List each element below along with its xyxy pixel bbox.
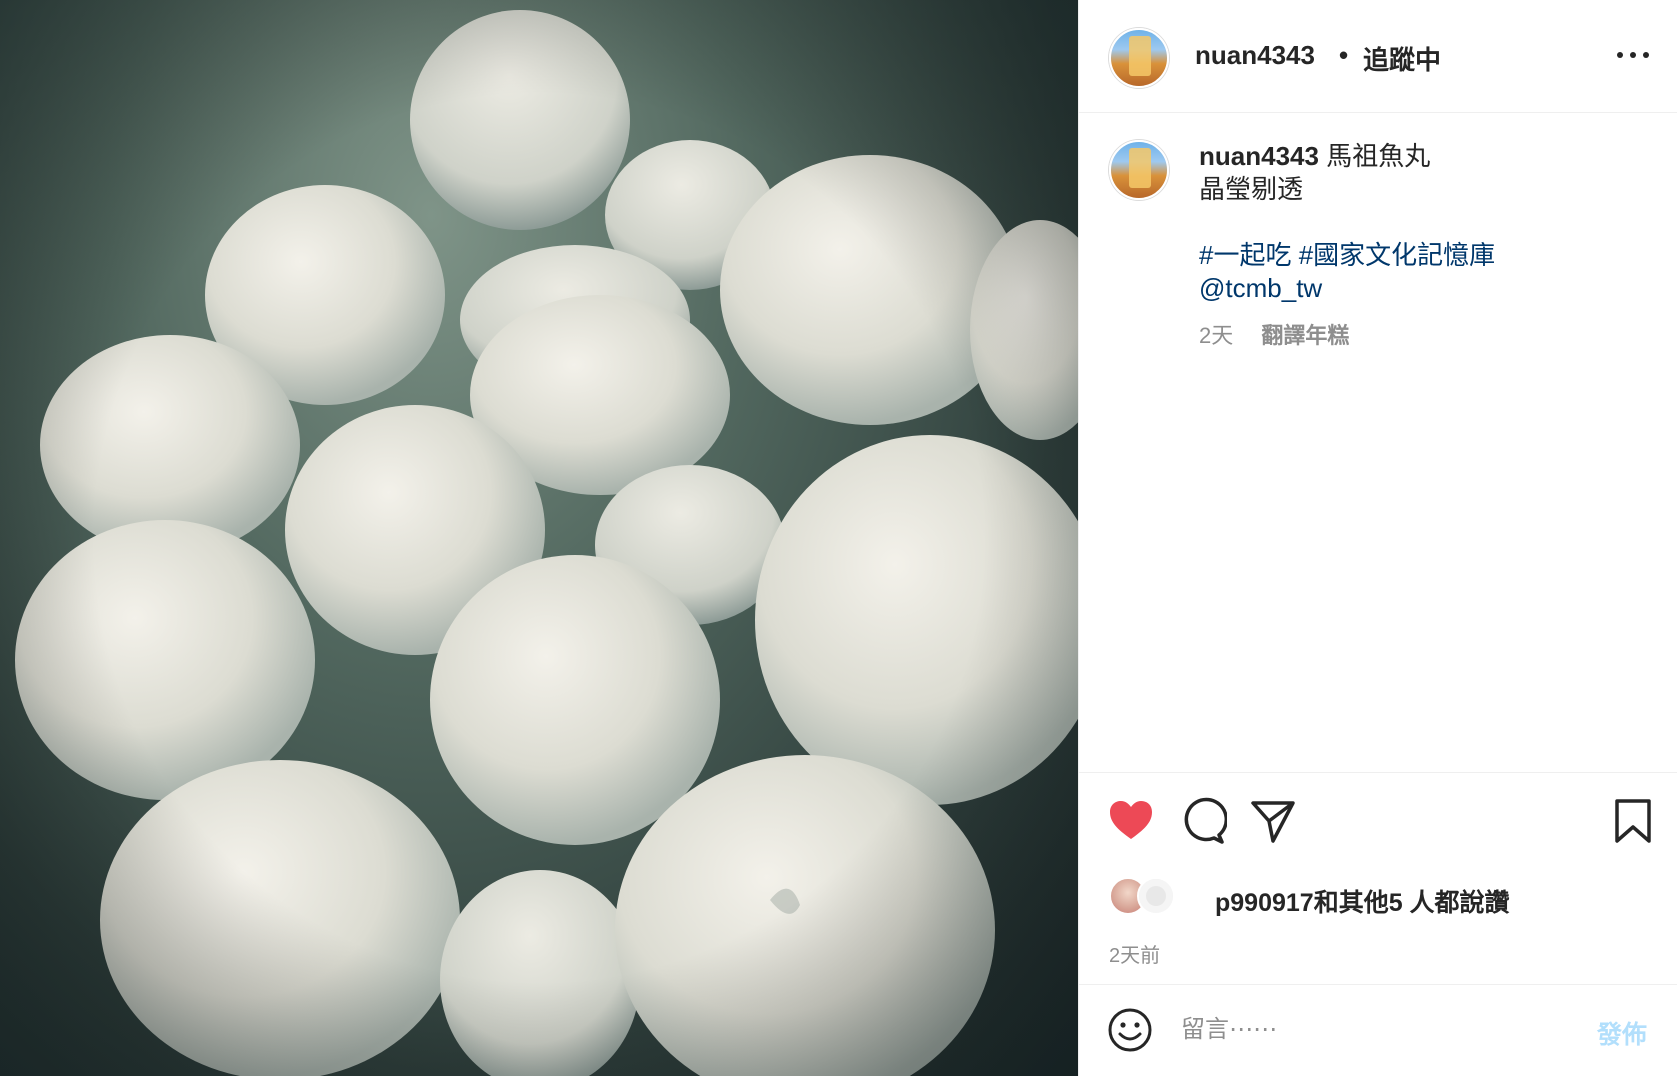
- post-header: nuan4343 • 追蹤中: [1079, 0, 1677, 113]
- caption-line-1: 馬祖魚丸: [1326, 141, 1431, 171]
- heart-filled-icon[interactable]: [1107, 797, 1155, 845]
- post-photo[interactable]: [0, 0, 1078, 1076]
- fish-balls-image: [0, 0, 1078, 1076]
- post-caption: nuan4343 馬祖魚丸 晶瑩剔透 #一起吃 #國家文化記憶庫 @tcmb_t…: [1199, 140, 1659, 352]
- caption-line-2: 晶瑩剔透: [1199, 174, 1304, 204]
- comment-input[interactable]: [1179, 1007, 1553, 1053]
- likes-count-text[interactable]: 和其他5 人都說讚: [1314, 889, 1510, 917]
- more-horizontal-icon[interactable]: [1617, 44, 1651, 64]
- caption-avatar[interactable]: [1109, 140, 1169, 200]
- header-separator: •: [1339, 40, 1349, 70]
- paper-plane-icon[interactable]: [1249, 797, 1297, 845]
- post-date: 2天前: [1109, 945, 1161, 967]
- post-comment-button[interactable]: 發佈: [1597, 1015, 1647, 1051]
- comment-bar: 發佈: [1079, 984, 1677, 1076]
- caption-time: 2天: [1199, 323, 1234, 348]
- hashtag-link[interactable]: #一起吃: [1199, 240, 1291, 270]
- header-username[interactable]: nuan4343: [1195, 40, 1315, 71]
- user-avatar[interactable]: [1109, 28, 1169, 88]
- bookmark-icon[interactable]: [1609, 797, 1657, 845]
- smiley-icon[interactable]: [1107, 1007, 1155, 1055]
- liker-username[interactable]: p990917: [1215, 889, 1314, 917]
- following-button[interactable]: 追蹤中: [1363, 40, 1441, 77]
- post-sidebar: nuan4343 • 追蹤中 nuan4343 馬祖魚丸 晶瑩剔透 #一起吃 #…: [1078, 0, 1677, 1076]
- liker-avatar: [1137, 877, 1175, 915]
- mention-link[interactable]: @tcmb_tw: [1199, 273, 1322, 303]
- hashtag-link[interactable]: #國家文化記憶庫: [1299, 240, 1495, 270]
- translate-button[interactable]: 翻譯年糕: [1261, 323, 1349, 348]
- comment-icon[interactable]: [1179, 797, 1229, 845]
- caption-username[interactable]: nuan4343: [1199, 141, 1319, 171]
